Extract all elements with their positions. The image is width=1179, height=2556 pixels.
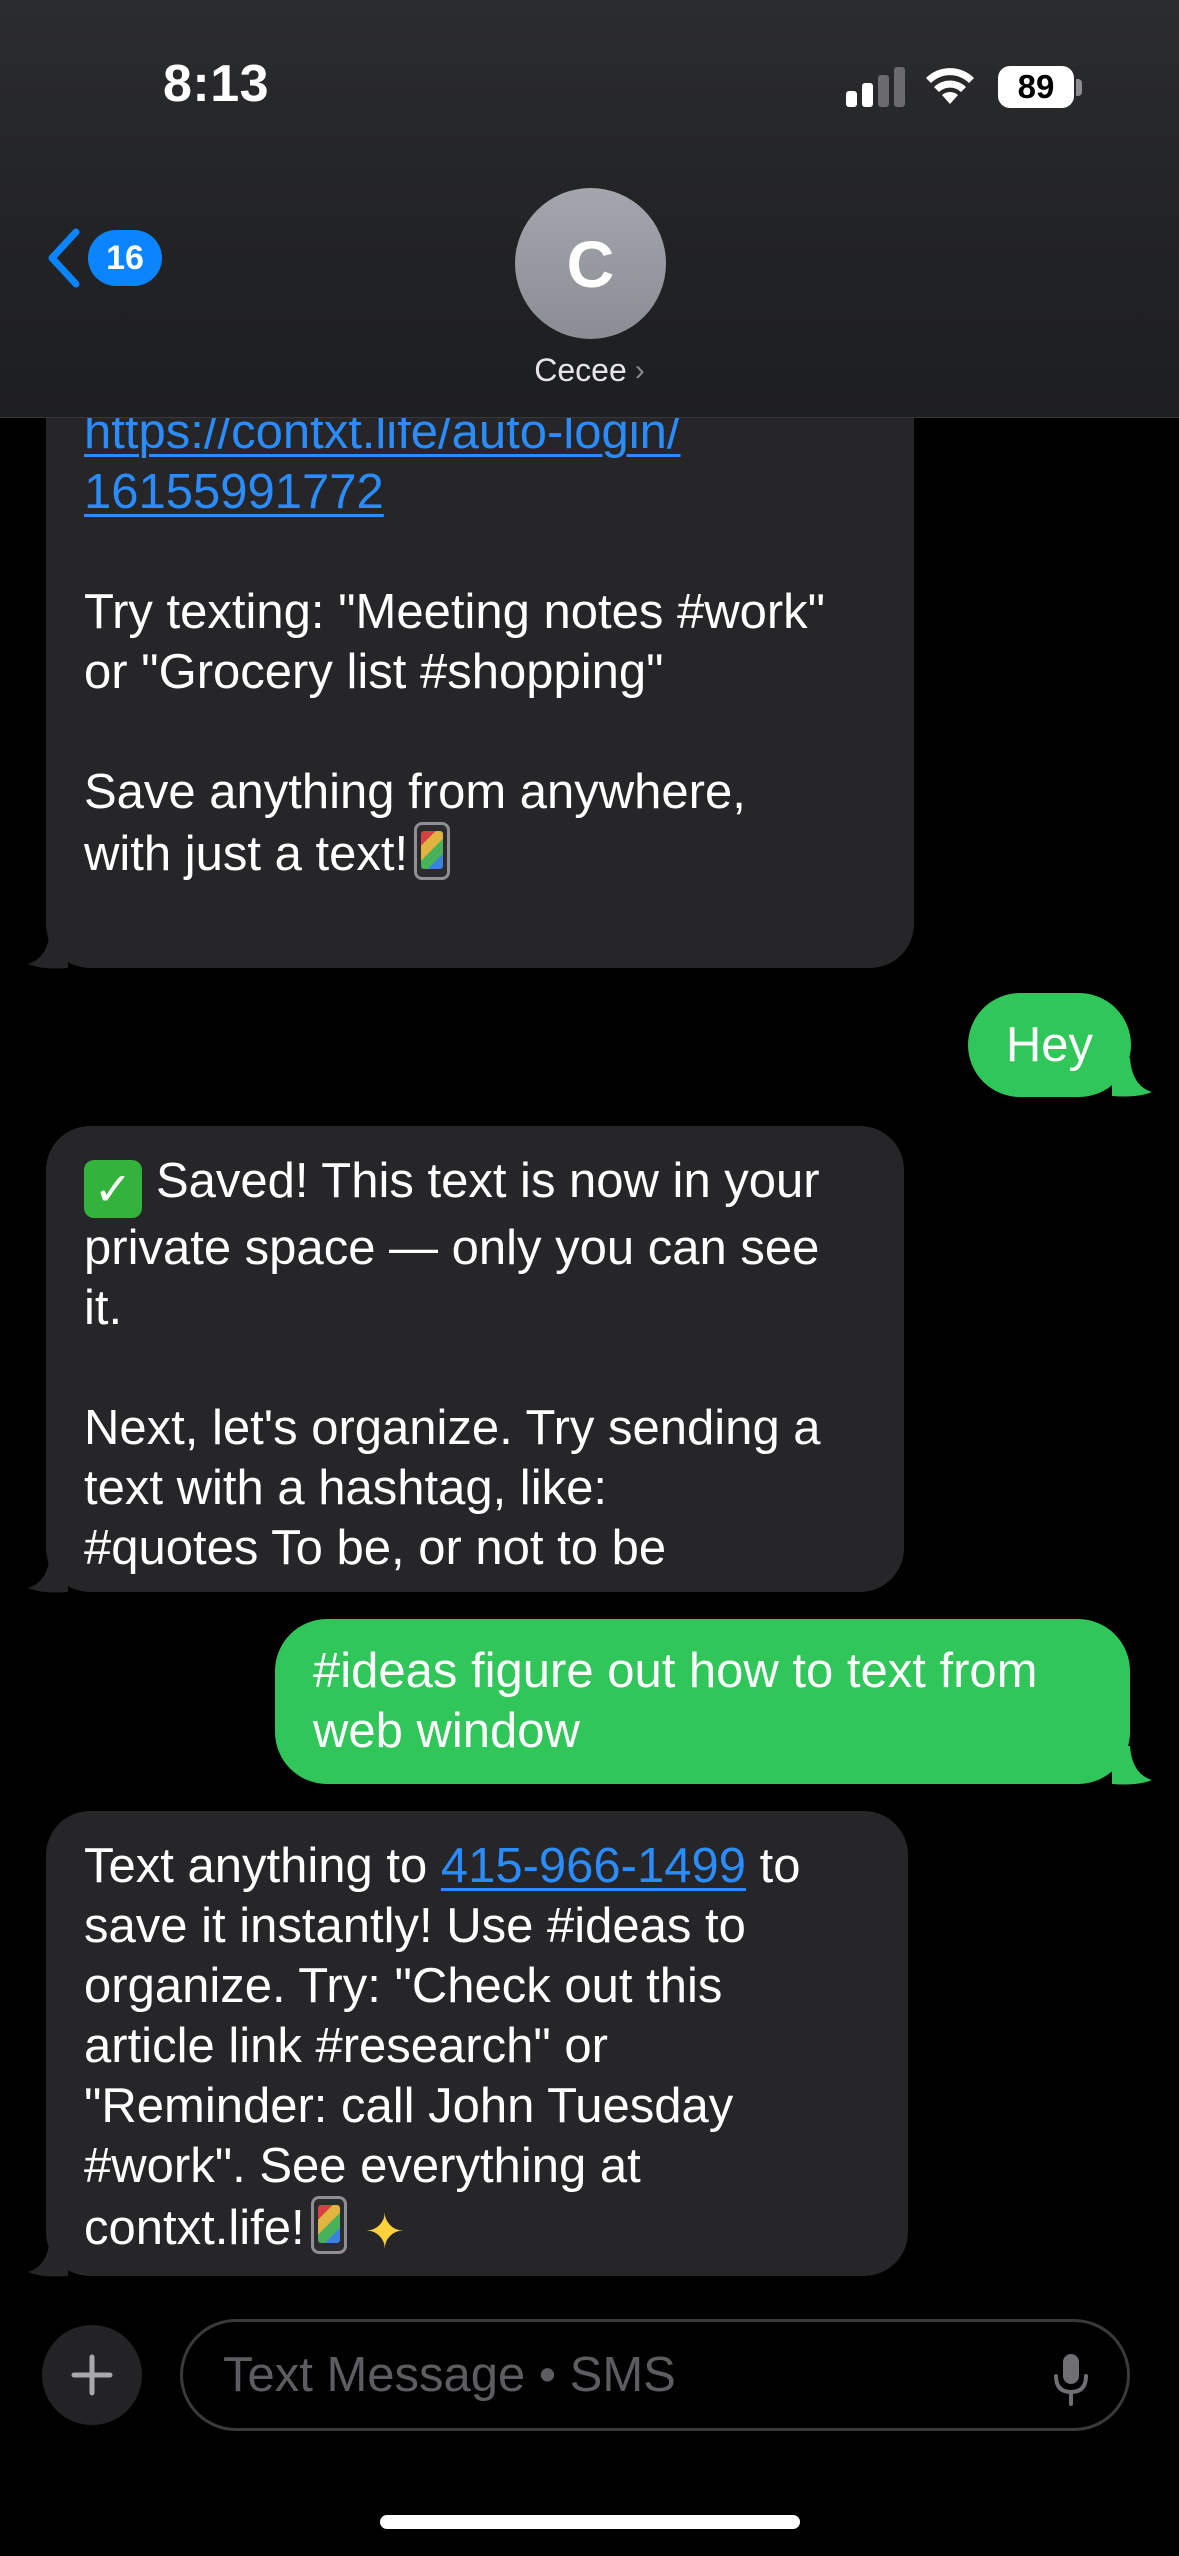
add-attachment-button[interactable]: [42, 2325, 142, 2425]
message-text: Next, let's organize. Try sending a text…: [84, 1401, 821, 1575]
sparkles-emoji-icon: ✦: [364, 2206, 405, 2259]
message-text: to save it instantly! Use #ideas to orga…: [84, 1839, 801, 2255]
bubble-tail: [1112, 1746, 1152, 1785]
mobile-phone-emoji-icon: [414, 822, 451, 880]
battery-nub: [1076, 79, 1082, 96]
battery-icon: 89: [998, 66, 1074, 108]
mobile-phone-emoji-icon: [310, 2196, 347, 2254]
bubble-tail: [28, 2238, 68, 2277]
home-indicator[interactable]: [380, 2515, 800, 2529]
contact-name: Cecee: [534, 352, 627, 388]
back-button[interactable]: 16: [44, 222, 162, 294]
outgoing-message-bubble[interactable]: #ideas figure out how to text from web w…: [275, 1619, 1130, 1784]
contact-name-button[interactable]: Cecee ›: [0, 352, 1179, 389]
contact-avatar[interactable]: C: [515, 188, 666, 339]
message-text: Hey: [1005, 1018, 1094, 1072]
message-text: #ideas figure out how to text from web w…: [313, 1644, 1038, 1758]
message-input-container[interactable]: [180, 2319, 1130, 2431]
bubble-tail: [28, 1554, 68, 1593]
wifi-icon: [926, 68, 974, 104]
phone-number-link[interactable]: 415-966-1499: [441, 1839, 746, 1893]
battery-level: 89: [1017, 68, 1055, 105]
incoming-message-bubble[interactable]: https://contxt.life/auto-login/ 16155991…: [46, 340, 914, 968]
auto-login-link[interactable]: https://contxt.life/auto-login/ 16155991…: [84, 405, 681, 519]
microphone-icon[interactable]: [1053, 2352, 1089, 2406]
chevron-left-icon: [48, 228, 80, 288]
cellular-signal-icon: [846, 67, 906, 107]
plus-icon: [71, 2354, 113, 2396]
unread-count-badge: 16: [88, 230, 162, 286]
incoming-message-bubble[interactable]: Text anything to 415-966-1499 to save it…: [46, 1811, 908, 2276]
message-text: Try texting: "Meeting notes #work" or "G…: [84, 585, 826, 699]
message-text: Text anything to: [84, 1839, 441, 1893]
messages-screen: 8:13 89 16 C Cecee › https://contxt.life…: [0, 0, 1179, 2556]
outgoing-message-bubble[interactable]: Hey: [968, 993, 1131, 1097]
message-text: Saved! This text is now in your private …: [84, 1154, 820, 1335]
link-text-line2: 16155991772: [84, 465, 384, 519]
bubble-tail: [28, 930, 68, 969]
message-input[interactable]: [223, 2347, 1003, 2403]
status-time: 8:13: [163, 55, 270, 113]
incoming-message-bubble[interactable]: ✓ Saved! This text is now in your private…: [46, 1126, 904, 1592]
check-mark-emoji-icon: ✓: [84, 1160, 142, 1218]
conversation-header: 8:13 89 16 C Cecee ›: [0, 0, 1179, 418]
bubble-tail: [1112, 1058, 1152, 1097]
chevron-right-icon: ›: [634, 353, 645, 387]
